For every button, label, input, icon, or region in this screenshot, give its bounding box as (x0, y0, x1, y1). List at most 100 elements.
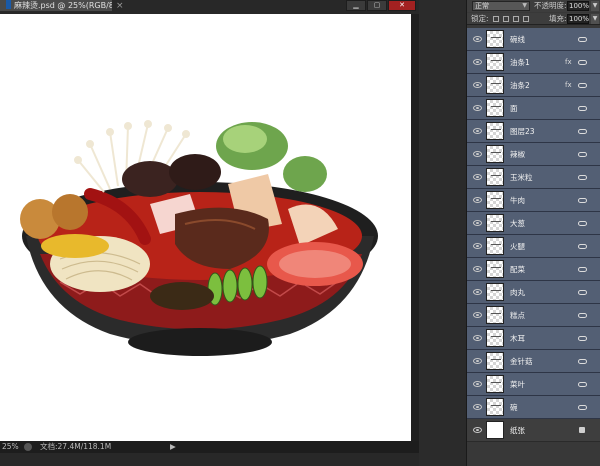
opacity-input[interactable]: 100% (567, 1, 589, 11)
opacity-dropdown-icon[interactable]: ▼ (591, 1, 599, 11)
layer-effects-icon[interactable]: fx (565, 74, 572, 97)
layer-name[interactable]: 大葱 (510, 212, 525, 235)
layer-name[interactable]: 配菜 (510, 258, 525, 281)
visibility-eye-icon[interactable] (473, 358, 482, 364)
layer-link-icon[interactable] (578, 336, 587, 341)
blend-mode-select[interactable]: 正常 ▼ (472, 1, 530, 11)
layer-link-icon[interactable] (578, 152, 587, 157)
layer-link-icon[interactable] (578, 359, 587, 364)
visibility-eye-icon[interactable] (473, 197, 482, 203)
layer-row[interactable]: 火腿 (467, 235, 600, 258)
visibility-eye-icon[interactable] (473, 82, 482, 88)
lock-transparent-icon[interactable] (493, 16, 499, 22)
layer-row[interactable]: 图层23 (467, 120, 600, 143)
visibility-eye-icon[interactable] (473, 59, 482, 65)
layer-link-icon[interactable] (578, 129, 587, 134)
visibility-eye-icon[interactable] (473, 266, 482, 272)
status-menu-arrow-icon[interactable]: ▶ (170, 441, 176, 453)
layer-thumbnail[interactable] (486, 306, 504, 324)
visibility-eye-icon[interactable] (473, 427, 482, 433)
layer-name[interactable]: 火腿 (510, 235, 525, 258)
layer-link-icon[interactable] (578, 175, 587, 180)
layer-thumbnail[interactable] (486, 122, 504, 140)
layer-name[interactable]: 面 (510, 97, 518, 120)
layer-row[interactable]: 玉米粒 (467, 166, 600, 189)
layer-thumbnail[interactable] (486, 76, 504, 94)
layer-link-icon[interactable] (578, 244, 587, 249)
layer-link-icon[interactable] (578, 60, 587, 65)
visibility-eye-icon[interactable] (473, 312, 482, 318)
layer-row[interactable]: 肉丸 (467, 281, 600, 304)
layer-link-icon[interactable] (578, 83, 587, 88)
layer-thumbnail[interactable] (486, 145, 504, 163)
layer-row[interactable]: 油条1 fx (467, 51, 600, 74)
layer-name[interactable]: 油条1 (510, 51, 530, 74)
canvas-area[interactable] (0, 12, 419, 441)
visibility-eye-icon[interactable] (473, 174, 482, 180)
layer-thumbnail[interactable] (486, 398, 504, 416)
layer-name[interactable]: 肉丸 (510, 281, 525, 304)
layer-thumbnail[interactable] (486, 421, 504, 439)
layer-name[interactable]: 玉米粒 (510, 166, 533, 189)
layer-row[interactable]: 菜叶 (467, 373, 600, 396)
layer-name[interactable]: 木耳 (510, 327, 525, 350)
document-canvas[interactable] (0, 14, 411, 441)
document-tab[interactable]: 麻辣烫.psd @ 25%(RGB/8#) * (0, 0, 112, 12)
layer-row[interactable]: 碗线 (467, 28, 600, 51)
layer-link-icon[interactable] (578, 221, 587, 226)
layer-name[interactable]: 牛肉 (510, 189, 525, 212)
layer-row[interactable]: 面 (467, 97, 600, 120)
visibility-eye-icon[interactable] (473, 151, 482, 157)
layer-name[interactable]: 金针菇 (510, 350, 533, 373)
layer-row[interactable]: 辣椒 (467, 143, 600, 166)
maximize-button[interactable]: ▢ (367, 0, 387, 11)
layer-thumbnail[interactable] (486, 352, 504, 370)
minimize-button[interactable]: ▁ (346, 0, 366, 11)
layer-thumbnail[interactable] (486, 283, 504, 301)
visibility-eye-icon[interactable] (473, 220, 482, 226)
lock-image-icon[interactable] (503, 16, 509, 22)
layer-thumbnail[interactable] (486, 214, 504, 232)
visibility-eye-icon[interactable] (473, 381, 482, 387)
visibility-eye-icon[interactable] (473, 128, 482, 134)
layer-thumbnail[interactable] (486, 329, 504, 347)
lock-position-icon[interactable] (513, 16, 519, 22)
layer-link-icon[interactable] (578, 106, 587, 111)
layer-name[interactable]: 碗 (510, 396, 518, 419)
visibility-eye-icon[interactable] (473, 404, 482, 410)
fill-input[interactable]: 100% (567, 14, 589, 24)
layer-link-icon[interactable] (578, 290, 587, 295)
layer-link-icon[interactable] (578, 37, 587, 42)
visibility-eye-icon[interactable] (473, 289, 482, 295)
layer-thumbnail[interactable] (486, 53, 504, 71)
layer-link-icon[interactable] (578, 267, 587, 272)
layer-row[interactable]: 纸张 (467, 419, 600, 442)
layer-row[interactable]: 牛肉 (467, 189, 600, 212)
layer-link-icon[interactable] (578, 405, 587, 410)
layer-link-icon[interactable] (578, 313, 587, 318)
info-icon[interactable] (24, 443, 32, 451)
layer-thumbnail[interactable] (486, 99, 504, 117)
layer-thumbnail[interactable] (486, 375, 504, 393)
layer-effects-icon[interactable]: fx (565, 51, 572, 74)
zoom-level[interactable]: 25% (2, 441, 19, 453)
close-button[interactable]: ✕ (388, 0, 416, 11)
layer-link-icon[interactable] (578, 382, 587, 387)
layer-row[interactable]: 配菜 (467, 258, 600, 281)
vertical-scrollbar[interactable] (411, 14, 419, 441)
layer-thumbnail[interactable] (486, 168, 504, 186)
layer-row[interactable]: 糕点 (467, 304, 600, 327)
layer-name[interactable]: 纸张 (510, 419, 525, 442)
layer-name[interactable]: 碗线 (510, 28, 525, 51)
visibility-eye-icon[interactable] (473, 335, 482, 341)
layer-thumbnail[interactable] (486, 191, 504, 209)
layer-row[interactable]: 木耳 (467, 327, 600, 350)
layer-name[interactable]: 糕点 (510, 304, 525, 327)
layer-link-icon[interactable] (578, 198, 587, 203)
layer-thumbnail[interactable] (486, 260, 504, 278)
layer-name[interactable]: 菜叶 (510, 373, 525, 396)
layer-name[interactable]: 油条2 (510, 74, 530, 97)
document-close-icon[interactable]: × (116, 0, 126, 12)
visibility-eye-icon[interactable] (473, 105, 482, 111)
fill-dropdown-icon[interactable]: ▼ (591, 14, 599, 24)
